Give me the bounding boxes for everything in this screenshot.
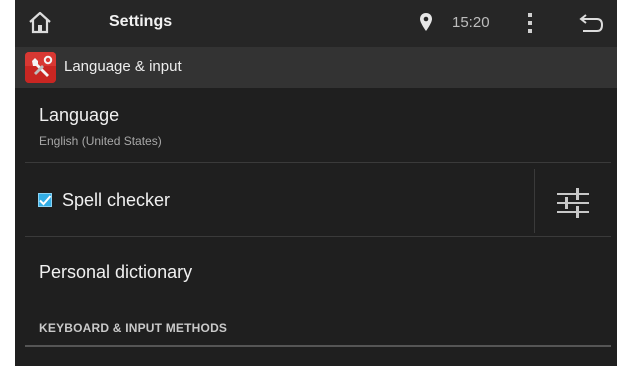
language-title: Language	[39, 105, 120, 125]
section-divider	[25, 345, 611, 347]
overflow-menu-icon	[528, 13, 532, 33]
settings-list: Language English (United States) Spell c…	[15, 88, 617, 366]
status-title: Settings	[109, 13, 173, 30]
back-button[interactable]	[577, 12, 605, 34]
location-pin-icon	[419, 12, 433, 32]
clock: 15:20	[452, 14, 490, 31]
spell-checker-title: Spell checker	[62, 190, 171, 210]
spell-checker-settings-button[interactable]	[555, 187, 591, 219]
settings-wrench-icon	[25, 52, 56, 83]
checkmark-icon	[39, 195, 52, 206]
overflow-menu-button[interactable]	[523, 10, 537, 36]
sliders-icon	[557, 188, 589, 218]
android-screen: Settings 15:20 ❮	[15, 0, 617, 366]
keyboard-section-header: KEYBOARD & INPUT METHODS	[39, 321, 228, 335]
spell-checker-checkbox[interactable]	[38, 193, 52, 207]
spell-checker-item[interactable]: Spell checker	[15, 163, 611, 236]
page-title: Language & input	[64, 58, 182, 75]
personal-dictionary-title: Personal dictionary	[39, 262, 193, 282]
status-bar: Settings 15:20	[15, 0, 617, 47]
home-icon	[29, 11, 51, 34]
back-icon	[579, 14, 604, 32]
language-summary: English (United States)	[39, 134, 162, 148]
action-bar[interactable]: ❮ Language & input	[15, 47, 617, 88]
home-button[interactable]	[25, 8, 55, 38]
personal-dictionary-item[interactable]: Personal dictionary	[15, 237, 611, 306]
vertical-divider	[534, 169, 535, 233]
language-item[interactable]: Language English (United States)	[15, 88, 611, 162]
